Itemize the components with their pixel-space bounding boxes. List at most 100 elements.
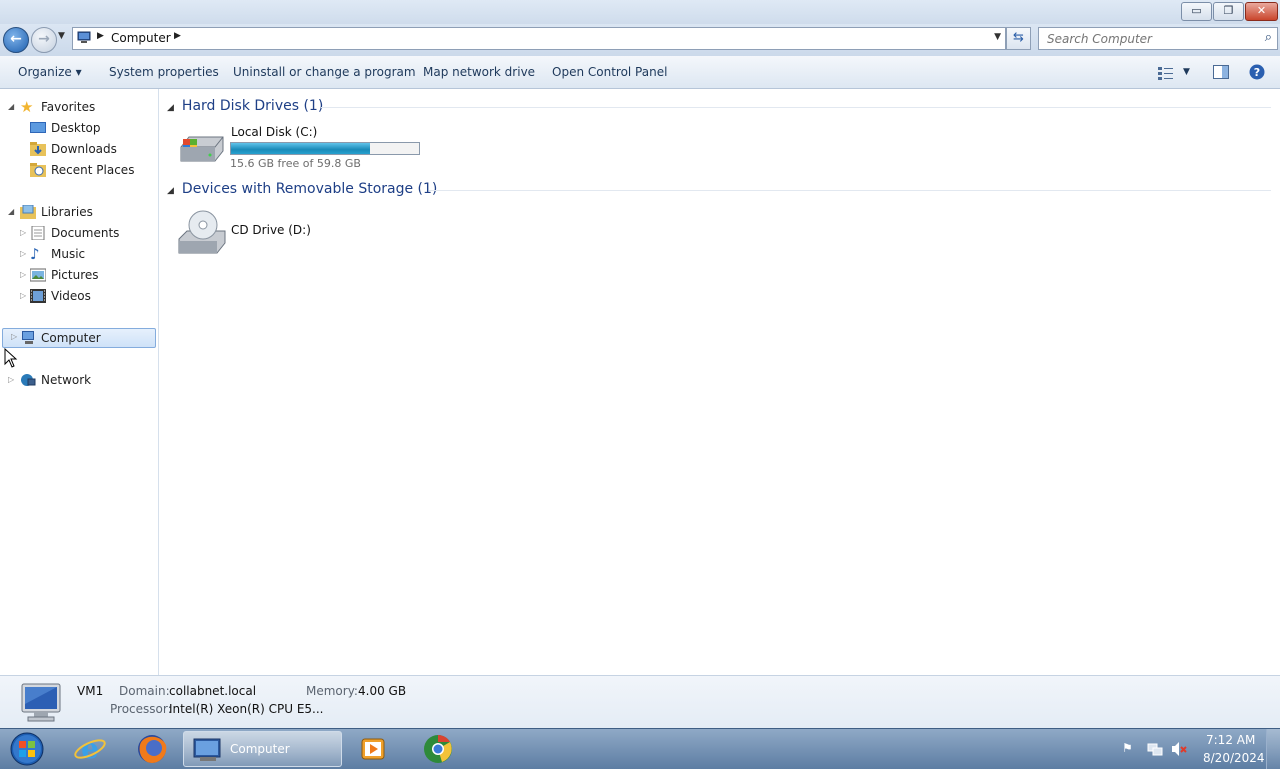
- taskbar: e Computer ⚑ 7:12 AM 8/20/2024: [0, 728, 1280, 769]
- star-icon: ★: [20, 98, 34, 116]
- maximize-button[interactable]: ❐: [1213, 2, 1244, 21]
- details-pane: VM1 Domain: collabnet.local Memory: 4.00…: [0, 675, 1280, 729]
- expanded-triangle-icon[interactable]: ◢: [8, 202, 14, 222]
- nav-label: Documents: [51, 226, 120, 240]
- search-icon[interactable]: ⌕: [1265, 30, 1272, 45]
- nav-desktop[interactable]: Desktop: [30, 118, 150, 138]
- nav-label: Desktop: [51, 121, 101, 135]
- drive-item-local-disk-c[interactable]: Local Disk (C:) 15.6 GB free of 59.8 GB: [175, 125, 437, 171]
- clock-time[interactable]: 7:12 AM: [1206, 733, 1255, 747]
- action-center-flag-icon[interactable]: ⚑: [1122, 741, 1133, 755]
- nav-videos[interactable]: ▷ Videos: [20, 286, 150, 306]
- computer-name: VM1: [77, 684, 104, 698]
- desktop-icon: [30, 122, 46, 133]
- nav-documents[interactable]: ▷ Documents: [20, 223, 150, 243]
- map-network-drive-button[interactable]: Map network drive: [423, 65, 535, 79]
- nav-label: Music: [51, 247, 86, 261]
- expanded-triangle-icon[interactable]: ◢: [167, 186, 174, 196]
- drive-item-cd-drive-d[interactable]: CD Drive (D:): [175, 207, 335, 257]
- collapsed-triangle-icon[interactable]: ▷: [20, 265, 26, 285]
- computer-icon: [21, 683, 61, 722]
- drive-name: Local Disk (C:): [231, 125, 318, 139]
- svg-text:e: e: [81, 732, 99, 765]
- hard-drive-icon: [180, 136, 224, 162]
- collapsed-triangle-icon[interactable]: ▷: [8, 370, 14, 390]
- downloads-folder-icon: [30, 142, 46, 156]
- media-player-icon[interactable]: [358, 731, 388, 767]
- nav-recent-places[interactable]: Recent Places: [30, 160, 150, 180]
- search-box[interactable]: ⌕: [1038, 27, 1278, 50]
- close-button[interactable]: ✕: [1245, 2, 1278, 21]
- refresh-icon: ⇆: [1013, 30, 1024, 45]
- organize-menu[interactable]: Organize ▾: [18, 65, 82, 79]
- change-view-icon[interactable]: [1158, 66, 1174, 80]
- address-bar[interactable]: ▶ Computer ▶ ▼: [72, 27, 1006, 50]
- breadcrumb-computer[interactable]: Computer: [111, 31, 171, 45]
- capacity-bar-fill: [231, 143, 370, 154]
- internet-explorer-icon[interactable]: e: [72, 731, 108, 767]
- collapsed-triangle-icon[interactable]: ▷: [20, 223, 26, 243]
- capacity-bar: [230, 142, 420, 155]
- forward-button[interactable]: →: [31, 27, 57, 53]
- nav-pictures[interactable]: ▷ Pictures: [20, 265, 150, 285]
- expanded-triangle-icon[interactable]: ◢: [167, 103, 174, 113]
- group-title: Devices with Removable Storage (1): [181, 181, 438, 197]
- forward-arrow-icon: →: [38, 31, 50, 47]
- nav-label: Network: [41, 373, 92, 387]
- preview-pane-icon[interactable]: [1213, 65, 1229, 79]
- expanded-triangle-icon[interactable]: ◢: [8, 97, 14, 117]
- breadcrumb-chevron-icon[interactable]: ▶: [97, 31, 104, 41]
- minimize-button[interactable]: ▭: [1181, 2, 1212, 21]
- help-icon[interactable]: ?: [1249, 64, 1265, 80]
- nav-label: Libraries: [41, 205, 93, 219]
- volume-muted-icon[interactable]: [1171, 741, 1187, 757]
- collapsed-triangle-icon[interactable]: ▷: [20, 286, 26, 306]
- nav-computer[interactable]: ▷ Computer: [2, 328, 156, 348]
- open-control-panel-button[interactable]: Open Control Panel: [552, 65, 667, 79]
- content-pane: ◢ Hard Disk Drives (1) Local Disk (C:) 15…: [159, 89, 1280, 675]
- view-options-dropdown-icon[interactable]: ▼: [1183, 67, 1190, 77]
- recent-pages-dropdown-icon[interactable]: ▼: [58, 31, 65, 41]
- computer-icon: [77, 31, 91, 43]
- search-input[interactable]: [1045, 30, 1249, 47]
- address-dropdown-icon[interactable]: ▼: [994, 32, 1001, 42]
- network-icon: [21, 374, 36, 386]
- show-desktop-button[interactable]: [1266, 729, 1280, 769]
- group-divider: [429, 190, 1271, 191]
- title-bar: ▭ ❐ ✕: [0, 0, 1280, 24]
- recent-places-icon: [30, 163, 46, 177]
- drive-name: CD Drive (D:): [231, 223, 311, 237]
- clock-date[interactable]: 8/20/2024: [1203, 751, 1265, 765]
- group-header-hard-disk-drives[interactable]: ◢ Hard Disk Drives (1): [167, 98, 323, 114]
- svg-text:?: ?: [1254, 66, 1260, 79]
- refresh-button[interactable]: ⇆: [1006, 27, 1031, 50]
- nav-music[interactable]: ▷ ♪ Music: [20, 244, 150, 264]
- processor-label: Processor:: [110, 702, 172, 716]
- minimize-icon: ▭: [1191, 4, 1202, 17]
- nav-libraries[interactable]: ◢ Libraries: [8, 202, 148, 222]
- nav-label: Favorites: [41, 100, 96, 114]
- collapsed-triangle-icon[interactable]: ▷: [20, 244, 26, 264]
- nav-label: Computer: [41, 331, 101, 345]
- nav-downloads[interactable]: Downloads: [30, 139, 150, 159]
- uninstall-program-button[interactable]: Uninstall or change a program: [233, 65, 416, 79]
- pictures-icon: [30, 268, 46, 282]
- libraries-icon: [20, 205, 36, 219]
- cd-drive-icon: [178, 210, 226, 254]
- firefox-icon[interactable]: [134, 731, 170, 767]
- collapsed-triangle-icon[interactable]: ▷: [11, 332, 17, 341]
- start-button[interactable]: [8, 731, 46, 767]
- breadcrumb-chevron-icon[interactable]: ▶: [174, 31, 181, 41]
- nav-network[interactable]: ▷ Network: [8, 370, 148, 390]
- group-header-removable-storage[interactable]: ◢ Devices with Removable Storage (1): [167, 181, 437, 197]
- chrome-icon[interactable]: [420, 731, 456, 767]
- system-properties-button[interactable]: System properties: [109, 65, 219, 79]
- mouse-cursor-icon: [4, 348, 18, 368]
- back-button[interactable]: ←: [3, 27, 29, 53]
- nav-label: Downloads: [51, 142, 117, 156]
- taskbar-button-label: Computer: [230, 742, 290, 756]
- network-status-icon[interactable]: [1147, 741, 1163, 757]
- nav-favorites[interactable]: ◢ ★ Favorites: [8, 97, 148, 117]
- memory-label: Memory:: [306, 684, 358, 698]
- taskbar-button-computer[interactable]: Computer: [183, 731, 342, 767]
